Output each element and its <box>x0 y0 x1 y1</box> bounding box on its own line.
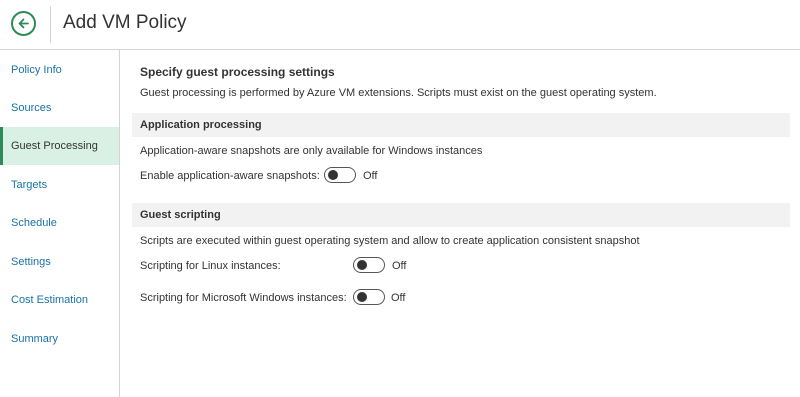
toggle-knob <box>328 170 338 180</box>
guest-scripting-note: Scripts are executed within guest operat… <box>140 235 640 247</box>
toggle-knob <box>357 292 367 302</box>
sidebar: Policy Info Sources Guest Processing Tar… <box>0 50 120 397</box>
back-button[interactable] <box>11 11 36 36</box>
page-title: Add VM Policy <box>63 12 187 33</box>
sidebar-item-cost-estimation[interactable]: Cost Estimation <box>0 281 119 319</box>
toggle-knob <box>357 260 367 270</box>
application-processing-header: Application processing <box>132 113 790 137</box>
windows-scripting-label: Scripting for Microsoft Windows instance… <box>140 292 347 304</box>
section-description: Guest processing is performed by Azure V… <box>140 87 657 99</box>
header: Add VM Policy <box>0 0 800 50</box>
linux-scripting-toggle[interactable] <box>353 257 385 273</box>
arrow-left-icon <box>18 18 29 29</box>
sidebar-item-policy-info[interactable]: Policy Info <box>0 51 119 89</box>
sidebar-item-schedule[interactable]: Schedule <box>0 204 119 242</box>
app-aware-snapshots-state: Off <box>363 170 378 182</box>
windows-scripting-toggle[interactable] <box>353 289 385 305</box>
app-aware-snapshots-toggle[interactable] <box>324 167 356 183</box>
sidebar-item-summary[interactable]: Summary <box>0 320 119 358</box>
guest-scripting-header: Guest scripting <box>132 203 790 227</box>
application-processing-note: Application-aware snapshots are only ava… <box>140 145 483 157</box>
section-heading: Specify guest processing settings <box>140 65 335 79</box>
linux-scripting-state: Off <box>392 260 407 272</box>
sidebar-item-sources[interactable]: Sources <box>0 89 119 127</box>
linux-scripting-label: Scripting for Linux instances: <box>140 260 281 272</box>
windows-scripting-state: Off <box>391 292 406 304</box>
sidebar-item-settings[interactable]: Settings <box>0 243 119 281</box>
sidebar-item-targets[interactable]: Targets <box>0 166 119 204</box>
app-aware-snapshots-label: Enable application-aware snapshots: <box>140 170 320 182</box>
sidebar-item-guest-processing[interactable]: Guest Processing <box>0 127 119 165</box>
header-divider <box>50 6 51 43</box>
